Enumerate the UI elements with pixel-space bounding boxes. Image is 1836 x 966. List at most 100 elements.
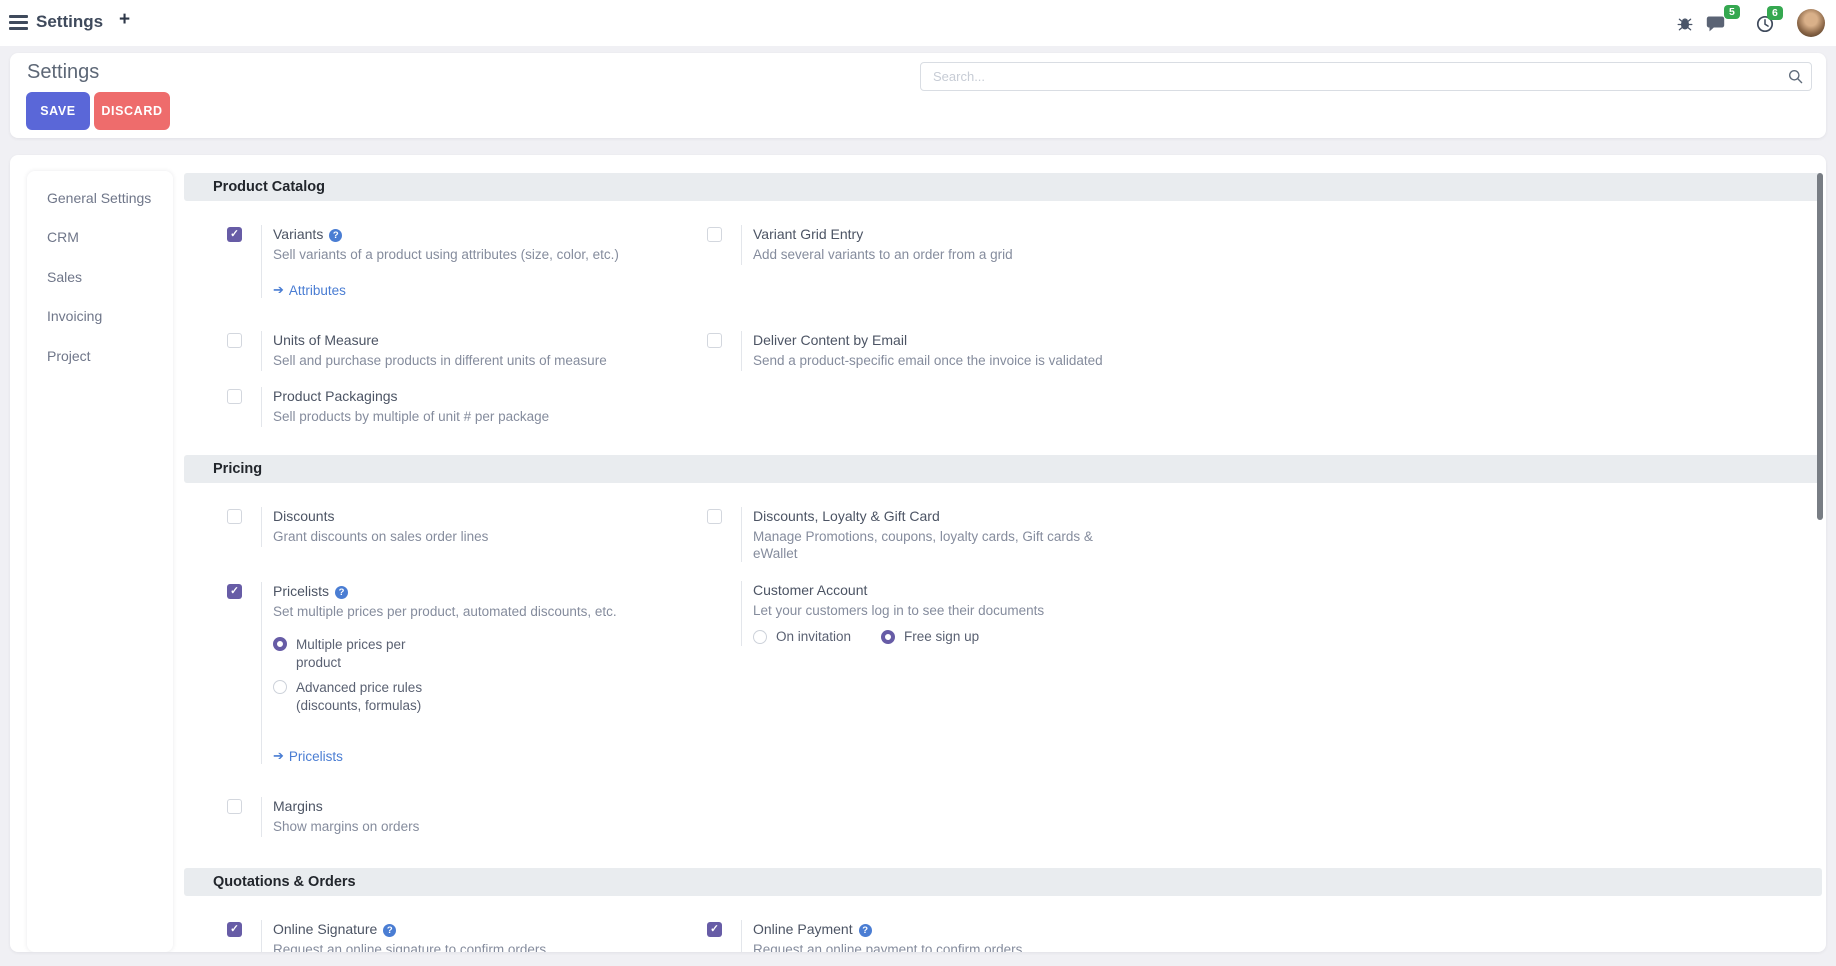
section-title: Product Catalog (213, 179, 325, 195)
help-icon[interactable]: ? (859, 924, 872, 937)
radio-circle[interactable] (753, 630, 767, 644)
variant-grid-entry-checkbox[interactable] (707, 227, 722, 242)
sidebar-item-project[interactable]: Project (27, 336, 173, 376)
setting-row-units-of-measure: Units of MeasureSell and purchase produc… (227, 331, 699, 371)
radio-label: Advanced price rules (discounts, formula… (296, 679, 436, 714)
deliver-content-by-email-checkbox[interactable] (707, 333, 722, 348)
pricelists-radio-group: Multiple prices per product Advanced pric… (273, 636, 617, 714)
setting-label-online-payment: Online Payment? (753, 920, 1022, 938)
setting-row-margins: Margins Show margins on orders (227, 797, 699, 837)
discard-button[interactable]: DISCARD (94, 92, 170, 130)
units-of-measure-checkbox[interactable] (227, 333, 242, 348)
setting-label-text: Deliver Content by Email (753, 332, 907, 348)
setting-description-deliver-content-by-email: Send a product-specific email once the i… (753, 352, 1103, 369)
sidebar-item-general-settings[interactable]: General Settings (27, 178, 173, 218)
setting-label-pricelists: Pricelists? (273, 582, 617, 600)
radio-option-advanced-price-rules-discounts-formulas-[interactable]: Advanced price rules (discounts, formula… (273, 679, 617, 714)
setting-row-variants: ✓ Variants? Sell variants of a product usi… (227, 225, 699, 298)
setting-body-online-payment: Online Payment? Request an online payment… (741, 920, 1022, 952)
setting-label-product-packagings: Product Packagings (273, 387, 549, 405)
save-button[interactable]: SAVE (26, 92, 90, 130)
setting-body-variant-grid-entry: Variant Grid EntryAdd several variants t… (741, 225, 1013, 265)
setting-description-discounts: Grant discounts on sales order lines (273, 528, 488, 545)
setting-label-variants: Variants? (273, 225, 619, 243)
margins-checkbox[interactable] (227, 799, 242, 814)
setting-row-customer-account: Customer AccountLet your customers log i… (707, 581, 1179, 646)
page-title: Settings (27, 61, 99, 84)
setting-label-text: Variants (273, 226, 323, 242)
setting-label-text: Product Packagings (273, 388, 398, 404)
radio-option-multiple-prices-per-product[interactable]: Multiple prices per product (273, 636, 617, 671)
search-bar (920, 62, 1812, 91)
help-icon[interactable]: ? (329, 229, 342, 242)
activities-count-badge[interactable]: 6 (1767, 6, 1783, 20)
link-attributes[interactable]: ➔Attributes (273, 282, 619, 298)
setting-body-online-signature: Online Signature?Request an online signa… (261, 920, 546, 952)
section-title: Pricing (213, 461, 262, 477)
setting-label-variant-grid-entry: Variant Grid Entry (753, 225, 1013, 243)
radio-circle[interactable] (273, 637, 287, 651)
setting-description-pricelists: Set multiple prices per product, automat… (273, 603, 617, 620)
app-title[interactable]: Settings (36, 12, 103, 32)
radio-label: Multiple prices per product (296, 636, 436, 671)
online-payment-checkbox[interactable]: ✓ (707, 922, 722, 937)
apps-menu-icon[interactable] (9, 15, 28, 31)
debug-bug-icon[interactable] (1676, 15, 1694, 37)
sidebar-item-sales[interactable]: Sales (27, 257, 173, 297)
radio-label: On invitation (776, 628, 851, 646)
radio-option-free-sign-up[interactable]: Free sign up (881, 628, 979, 646)
setting-row-online-payment: ✓ Online Payment? Request an online paymen… (707, 920, 1179, 952)
search-icon[interactable] (1788, 69, 1803, 89)
settings-header-card: Settings SAVE DISCARD (10, 53, 1826, 138)
settings-sidebar: General SettingsCRMSalesInvoicingProject (27, 171, 173, 952)
link-pricelists[interactable]: ➔Pricelists (273, 748, 617, 764)
setting-body-variants: Variants? Sell variants of a product usin… (261, 225, 619, 298)
product-packagings-checkbox[interactable] (227, 389, 242, 404)
link-label: Pricelists (289, 749, 343, 764)
setting-row-discounts: Discounts Grant discounts on sales order … (227, 507, 699, 547)
discounts-loyalty-gift-card-checkbox[interactable] (707, 509, 722, 524)
setting-row-deliver-content-by-email: Deliver Content by Email Send a product-s… (707, 331, 1179, 371)
discounts-checkbox[interactable] (227, 509, 242, 524)
section-header-product-catalog: Product Catalog (184, 173, 1822, 201)
pricelists-checkbox[interactable]: ✓ (227, 584, 242, 599)
radio-circle[interactable] (273, 680, 287, 694)
setting-label-discounts-loyalty-gift-card: Discounts, Loyalty & Gift Card (753, 507, 1131, 525)
setting-label-text: Discounts (273, 508, 334, 524)
user-avatar[interactable] (1797, 9, 1825, 37)
variants-checkbox[interactable]: ✓ (227, 227, 242, 242)
setting-row-online-signature: ✓ Online Signature?Request an online sign… (227, 920, 699, 952)
setting-body-discounts-loyalty-gift-card: Discounts, Loyalty & Gift Card Manage Pro… (741, 507, 1131, 562)
section-header-quotations-orders: Quotations & Orders (184, 868, 1822, 896)
setting-body-discounts: Discounts Grant discounts on sales order … (261, 507, 488, 547)
setting-label-margins: Margins (273, 797, 419, 815)
setting-description-variants: Sell variants of a product using attribu… (273, 246, 619, 263)
setting-description-product-packagings: Sell products by multiple of unit # per … (273, 408, 549, 425)
messages-count-badge[interactable]: 5 (1724, 5, 1740, 19)
help-icon[interactable]: ? (383, 924, 396, 937)
sidebar-item-crm[interactable]: CRM (27, 218, 173, 258)
setting-body-customer-account: Customer AccountLet your customers log i… (741, 581, 1044, 646)
vertical-scrollbar[interactable] (1817, 173, 1823, 520)
radio-option-on-invitation[interactable]: On invitation (753, 628, 851, 646)
setting-body-product-packagings: Product Packagings Sell products by multi… (261, 387, 549, 427)
setting-label-text: Discounts, Loyalty & Gift Card (753, 508, 940, 524)
messages-icon[interactable] (1706, 15, 1727, 38)
top-navbar: Settings + 5 6 (0, 0, 1836, 46)
sidebar-item-invoicing[interactable]: Invoicing (27, 297, 173, 337)
setting-body-units-of-measure: Units of MeasureSell and purchase produc… (261, 331, 607, 371)
setting-label-customer-account: Customer Account (753, 581, 1044, 599)
radio-circle[interactable] (881, 630, 895, 644)
link-label: Attributes (289, 283, 346, 298)
setting-description-margins: Show margins on orders (273, 818, 419, 835)
setting-description-online-payment: Request an online payment to confirm ord… (753, 941, 1022, 952)
setting-label-text: Online Payment (753, 921, 853, 937)
search-input[interactable] (920, 62, 1812, 91)
online-signature-checkbox[interactable]: ✓ (227, 922, 242, 937)
setting-label-text: Variant Grid Entry (753, 226, 863, 242)
setting-description-units-of-measure: Sell and purchase products in different … (273, 352, 607, 369)
setting-description-discounts-loyalty-gift-card: Manage Promotions, coupons, loyalty card… (753, 528, 1131, 562)
setting-label-online-signature: Online Signature? (273, 920, 546, 938)
new-tab-plus-icon[interactable]: + (119, 9, 130, 31)
help-icon[interactable]: ? (335, 586, 348, 599)
